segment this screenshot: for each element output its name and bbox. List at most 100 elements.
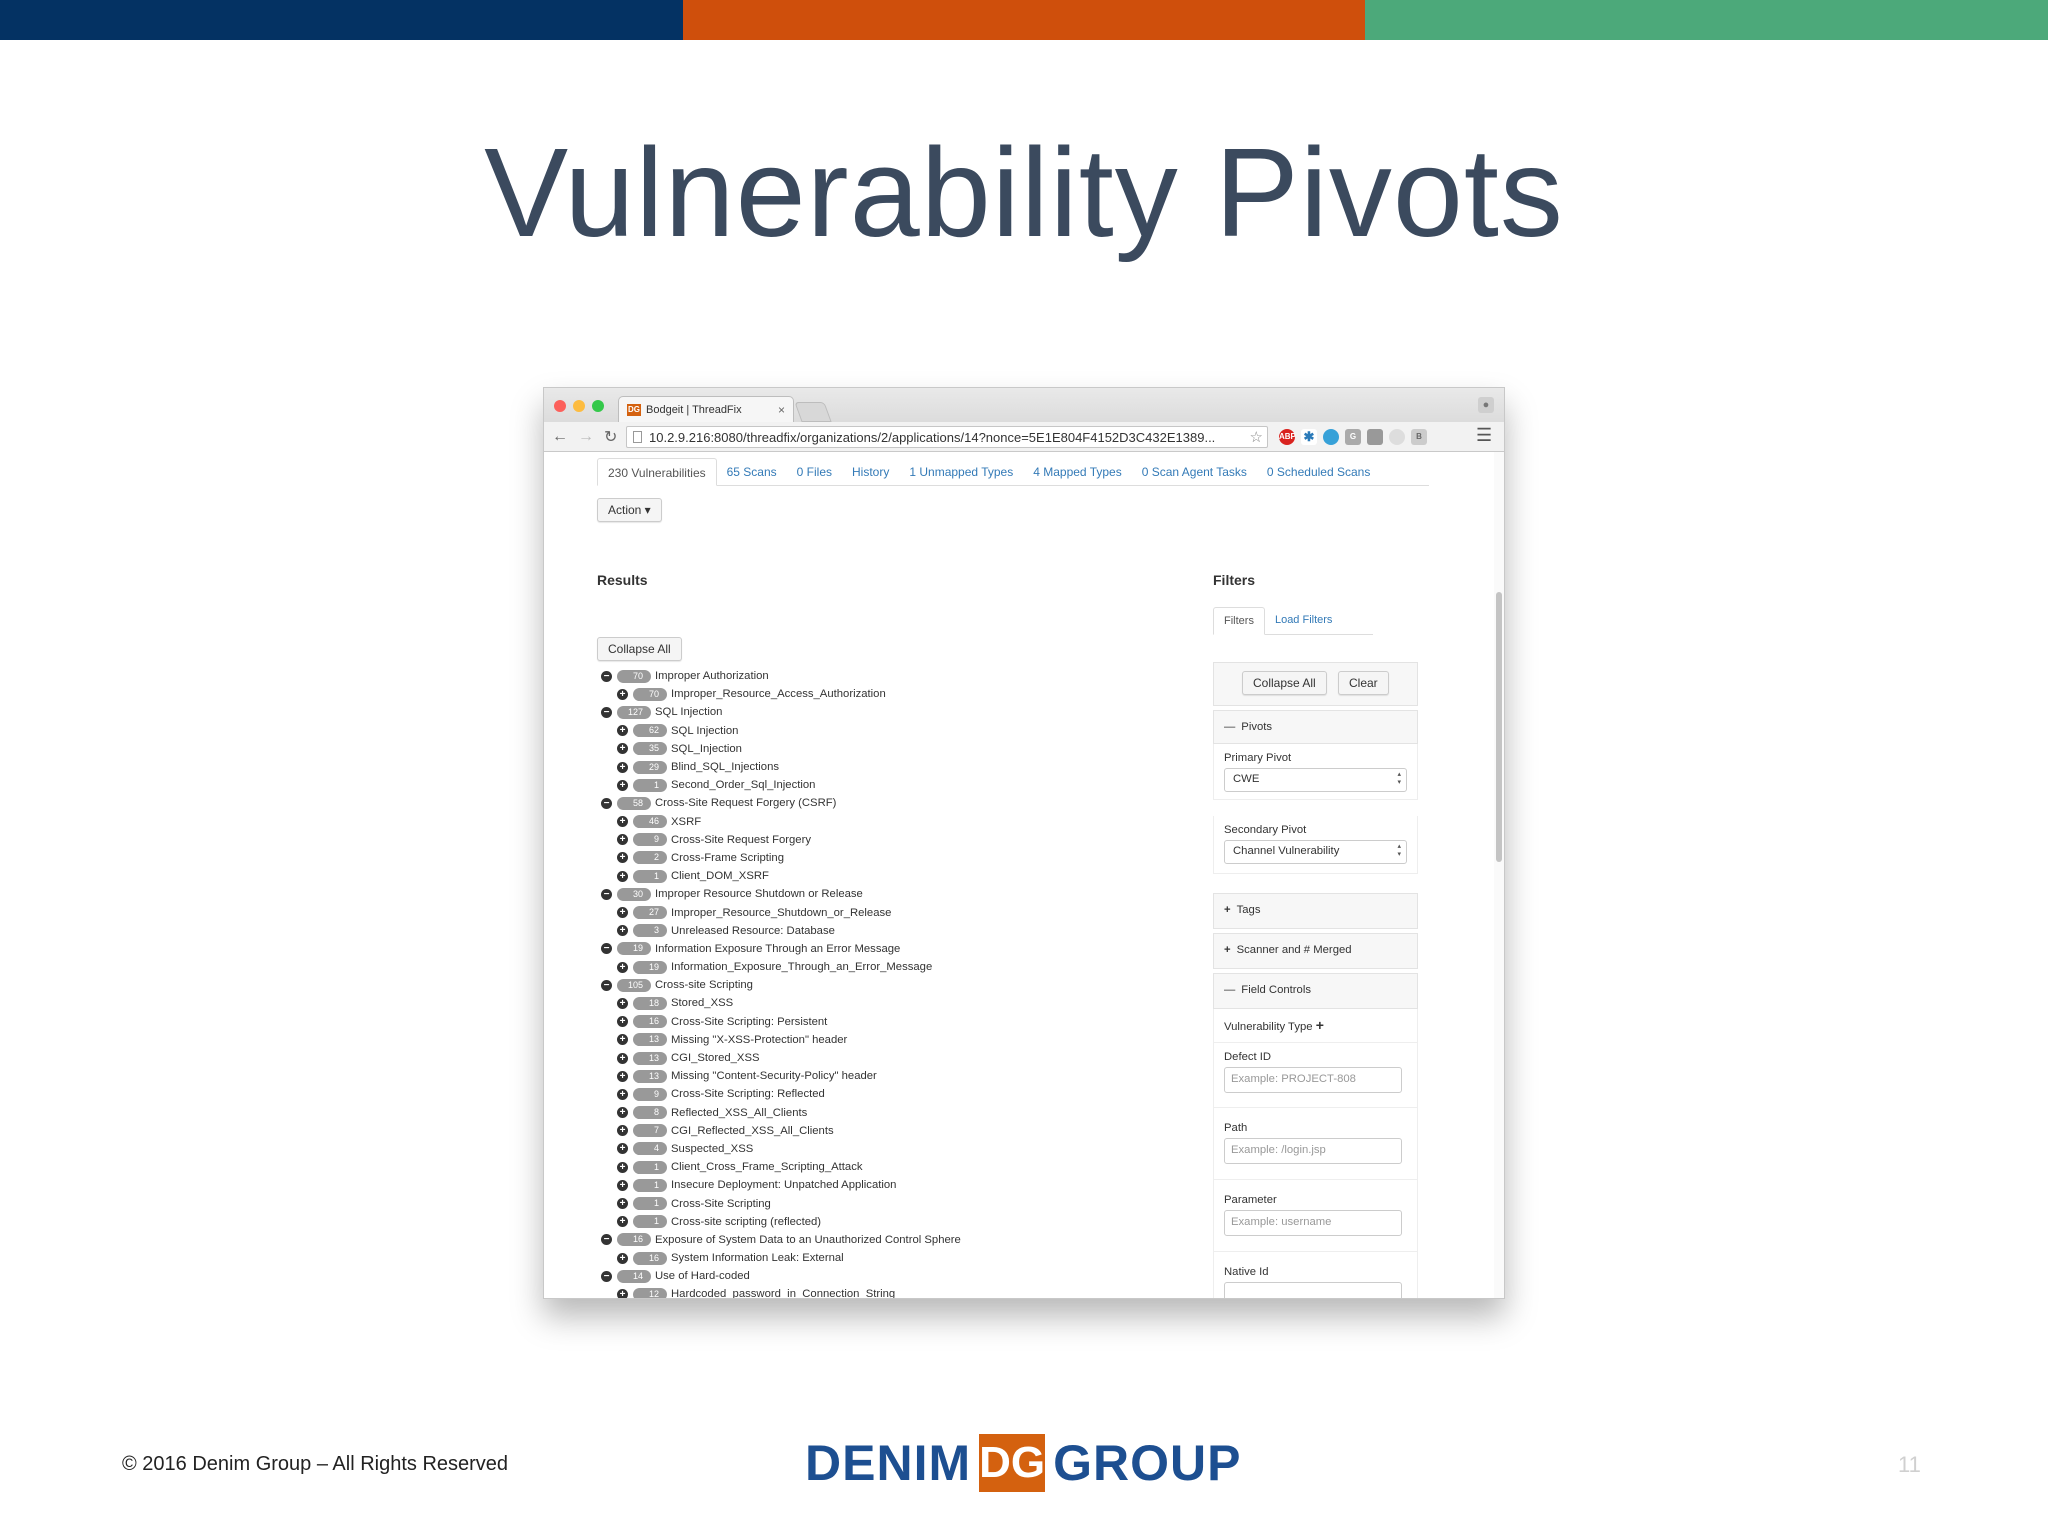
expand-icon[interactable]: +	[617, 907, 628, 919]
collapse-icon[interactable]: −	[601, 1270, 612, 1282]
expand-icon[interactable]: +	[617, 779, 628, 791]
tree-item-row[interactable]: +1 Cross-Site Scripting	[601, 1194, 1021, 1212]
tab-load-filters[interactable]: Load Filters	[1265, 607, 1342, 634]
expand-icon[interactable]: +	[617, 870, 628, 882]
tree-item-row[interactable]: +1 Client_DOM_XSRF	[601, 867, 1021, 885]
tree-item-row[interactable]: +16 System Information Leak: External	[601, 1249, 1021, 1267]
tab-7[interactable]: 0 Scheduled Scans	[1257, 458, 1380, 485]
collapse-icon[interactable]: −	[601, 979, 612, 991]
tree-item-row[interactable]: +9 Cross-Site Scripting: Reflected	[601, 1085, 1021, 1103]
tree-category-row[interactable]: −58 Cross-Site Request Forgery (CSRF)	[601, 794, 1021, 812]
tree-item-row[interactable]: +35 SQL_Injection	[601, 740, 1021, 758]
tree-item-row[interactable]: +13 Missing "Content-Security-Policy" hea…	[601, 1067, 1021, 1085]
pivots-panel-header[interactable]: — Pivots	[1213, 710, 1418, 744]
expand-icon[interactable]: +	[617, 1143, 628, 1155]
expand-icon[interactable]: +	[617, 1161, 628, 1173]
tree-category-row[interactable]: −127 SQL Injection	[601, 703, 1021, 721]
tree-item-row[interactable]: +1 Insecure Deployment: Unpatched Applica…	[601, 1176, 1021, 1194]
results-collapse-all-button[interactable]: Collapse All	[597, 637, 682, 661]
g-icon[interactable]: G	[1345, 429, 1361, 445]
scanner-panel-header[interactable]: + Scanner and # Merged	[1213, 933, 1418, 969]
b-icon[interactable]: B	[1411, 429, 1427, 445]
close-window-dot[interactable]	[554, 400, 566, 412]
tab-3[interactable]: History	[842, 458, 899, 485]
tree-category-row[interactable]: −105 Cross-site Scripting	[601, 976, 1021, 994]
path-input[interactable]: Example: /login.jsp	[1224, 1138, 1402, 1164]
tree-item-row[interactable]: +7 CGI_Reflected_XSS_All_Clients	[601, 1122, 1021, 1140]
expand-icon[interactable]: +	[617, 834, 628, 846]
expand-icon[interactable]: +	[617, 1288, 628, 1298]
collapse-icon[interactable]: −	[601, 797, 612, 809]
expand-icon[interactable]: +	[617, 688, 628, 700]
secondary-pivot-select[interactable]: Channel Vulnerability	[1224, 840, 1407, 864]
defect-id-input[interactable]: Example: PROJECT-808	[1224, 1067, 1402, 1093]
back-icon[interactable]: ←	[552, 428, 568, 446]
tree-category-row[interactable]: −14 Use of Hard-coded	[601, 1267, 1021, 1285]
tree-item-row[interactable]: +16 Cross-Site Scripting: Persistent	[601, 1013, 1021, 1031]
tree-category-row[interactable]: −70 Improper Authorization	[601, 667, 1021, 685]
tags-panel-header[interactable]: + Tags	[1213, 893, 1418, 929]
profile-icon[interactable]: ●	[1478, 397, 1494, 413]
tab-6[interactable]: 0 Scan Agent Tasks	[1132, 458, 1257, 485]
address-bar[interactable]: 10.2.9.216:8080/threadfix/organizations/…	[626, 426, 1268, 448]
tab-4[interactable]: 1 Unmapped Types	[899, 458, 1023, 485]
tab-1[interactable]: 65 Scans	[717, 458, 787, 485]
expand-icon[interactable]: +	[617, 816, 628, 828]
menu-icon[interactable]: ☰	[1476, 425, 1492, 446]
maximize-window-dot[interactable]	[592, 400, 604, 412]
tree-item-row[interactable]: +4 Suspected_XSS	[601, 1140, 1021, 1158]
expand-icon[interactable]: +	[617, 761, 628, 773]
tree-item-row[interactable]: +46 XSRF	[601, 813, 1021, 831]
tree-item-row[interactable]: +29 Blind_SQL_Injections	[601, 758, 1021, 776]
adblock-icon[interactable]: ABP	[1279, 429, 1296, 445]
native-id-input[interactable]	[1224, 1282, 1402, 1298]
parameter-input[interactable]: Example: username	[1224, 1210, 1402, 1236]
expand-icon[interactable]: +	[617, 997, 628, 1009]
expand-icon[interactable]: +	[617, 1216, 628, 1228]
tree-item-row[interactable]: +1 Client_Cross_Frame_Scripting_Attack	[601, 1158, 1021, 1176]
moon-icon[interactable]	[1389, 429, 1405, 445]
tab-0[interactable]: 230 Vulnerabilities	[597, 458, 717, 486]
tree-category-row[interactable]: −30 Improper Resource Shutdown or Release	[601, 885, 1021, 903]
expand-icon[interactable]: +	[617, 1052, 628, 1064]
expand-icon[interactable]: +	[617, 1179, 628, 1191]
tree-item-row[interactable]: +2 Cross-Frame Scripting	[601, 849, 1021, 867]
tree-category-row[interactable]: −16 Exposure of System Data to an Unautho…	[601, 1231, 1021, 1249]
reload-icon[interactable]: ↻	[604, 427, 617, 447]
tab-2[interactable]: 0 Files	[787, 458, 842, 485]
expand-icon[interactable]: +	[617, 925, 628, 937]
tree-item-row[interactable]: +27 Improper_Resource_Shutdown_or_Release	[601, 903, 1021, 921]
tab-close-icon[interactable]: ×	[778, 403, 785, 417]
forward-icon[interactable]: →	[578, 428, 594, 446]
expand-icon[interactable]: +	[617, 852, 628, 864]
square-icon[interactable]	[1367, 429, 1383, 445]
expand-icon[interactable]: +	[617, 743, 628, 755]
collapse-icon[interactable]: −	[601, 706, 612, 718]
tree-item-row[interactable]: +9 Cross-Site Request Forgery	[601, 831, 1021, 849]
expand-icon[interactable]: +	[617, 1088, 628, 1100]
browser-tab[interactable]: DG Bodgeit | ThreadFix ×	[618, 396, 794, 422]
tab-filters[interactable]: Filters	[1213, 607, 1265, 635]
action-button[interactable]: Action ▾	[597, 498, 662, 522]
add-vulnerability-type-icon[interactable]: +	[1316, 1017, 1324, 1033]
tree-item-row[interactable]: +3 Unreleased Resource: Database	[601, 922, 1021, 940]
tree-item-row[interactable]: +62 SQL Injection	[601, 722, 1021, 740]
expand-icon[interactable]: +	[617, 1252, 628, 1264]
tab-5[interactable]: 4 Mapped Types	[1023, 458, 1132, 485]
tree-item-row[interactable]: +18 Stored_XSS	[601, 994, 1021, 1012]
expand-icon[interactable]: +	[617, 1107, 628, 1119]
expand-icon[interactable]: +	[617, 725, 628, 737]
globe-icon[interactable]	[1323, 429, 1339, 445]
tree-item-row[interactable]: +70 Improper_Resource_Access_Authorizatio…	[601, 685, 1021, 703]
expand-icon[interactable]: +	[617, 1034, 628, 1046]
collapse-icon[interactable]: −	[601, 1234, 612, 1246]
field-controls-panel-header[interactable]: — Field Controls	[1213, 973, 1418, 1009]
minimize-window-dot[interactable]	[573, 400, 585, 412]
tree-item-row[interactable]: +1 Cross-site scripting (reflected)	[601, 1213, 1021, 1231]
expand-icon[interactable]: +	[617, 1016, 628, 1028]
scrollbar-thumb[interactable]	[1496, 592, 1502, 862]
expand-icon[interactable]: +	[617, 961, 628, 973]
molecule-icon[interactable]: ✱	[1301, 429, 1317, 445]
bookmark-star-icon[interactable]: ☆	[1250, 428, 1263, 446]
new-tab-button[interactable]	[794, 402, 832, 422]
